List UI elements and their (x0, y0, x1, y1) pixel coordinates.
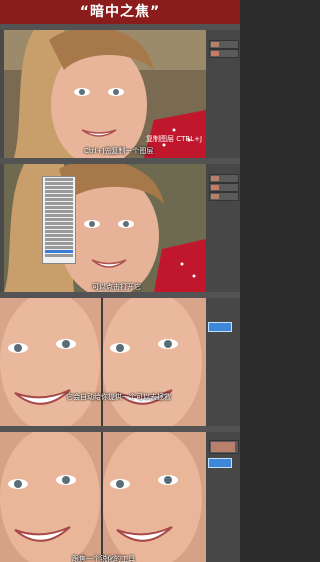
layer-thumbnail (211, 42, 219, 47)
filter-menu-dropdown[interactable] (42, 176, 76, 264)
image-canvas[interactable]: 它会自动给你提供一个可以去拯救 (0, 298, 206, 426)
portrait-photo (4, 164, 206, 292)
image-canvas[interactable]: 可以点击打开它 (4, 164, 206, 292)
filter-dialog-panel[interactable] (206, 432, 240, 562)
ok-button[interactable] (208, 458, 232, 468)
menu-item[interactable] (45, 178, 73, 181)
thumb-image (211, 442, 235, 452)
layer-item[interactable] (209, 49, 239, 58)
menu-item[interactable] (45, 234, 73, 237)
menu-item[interactable] (45, 214, 73, 217)
menu-item[interactable] (45, 246, 73, 249)
menu-item[interactable] (45, 186, 73, 189)
menu-item[interactable] (45, 238, 73, 241)
shortcut-hint: 复制图层 CTRL+J (146, 135, 203, 143)
caption-2: 可以点击打开它 (92, 283, 141, 291)
menu-placeholder: · (3, 24, 5, 29)
ok-button[interactable] (208, 322, 232, 332)
menu-item[interactable] (45, 226, 73, 229)
portrait-photo-split (0, 432, 206, 562)
layer-item[interactable] (209, 192, 239, 201)
menu-item[interactable] (45, 242, 73, 245)
menu-item[interactable] (45, 230, 73, 233)
menu-item[interactable] (45, 222, 73, 225)
header-banner: “暗中之焦” (0, 0, 240, 24)
menu-item[interactable] (45, 182, 73, 185)
layer-thumbnail (211, 194, 219, 199)
menu-item[interactable] (45, 210, 73, 213)
menu-item[interactable] (45, 198, 73, 201)
screenshot-panel-3: 它会自动给你提供一个可以去拯救 (0, 292, 240, 426)
caption-4: 跟焦一个锐化的工具 (72, 555, 135, 562)
page-title: “暗中之焦” (79, 4, 161, 20)
caption-3: 它会自动给你提供一个可以去拯救 (66, 393, 171, 401)
menu-item[interactable] (45, 206, 73, 209)
layer-item[interactable] (209, 40, 239, 49)
image-canvas[interactable]: 复制图层 CTRL+J Ctrl+J先复制一个图层 (4, 30, 206, 158)
split-divider (101, 432, 103, 562)
menu-item-selected[interactable] (45, 250, 73, 253)
menu-item[interactable] (45, 194, 73, 197)
caption-1: Ctrl+J先复制一个图层 (84, 147, 154, 155)
layer-item[interactable] (209, 183, 239, 192)
layer-thumbnail (211, 51, 219, 56)
tutorial-page: “暗中之焦” · 复制图层 CTRL+J Ctrl+J先复制一个图层 可以点击打… (0, 0, 240, 562)
menu-item[interactable] (45, 202, 73, 205)
menu-item[interactable] (45, 218, 73, 221)
split-divider (101, 298, 103, 426)
layers-panel[interactable] (206, 30, 240, 158)
layers-panel[interactable] (206, 164, 240, 292)
filter-dialog-panel[interactable] (206, 298, 240, 426)
image-canvas[interactable]: 跟焦一个锐化的工具 (0, 432, 206, 562)
portrait-photo-split (0, 298, 206, 426)
screenshot-panel-1: · 复制图层 CTRL+J Ctrl+J先复制一个图层 (0, 24, 240, 158)
layer-item[interactable] (209, 174, 239, 183)
menu-item[interactable] (45, 190, 73, 193)
menu-item[interactable] (45, 254, 73, 257)
preview-thumbnail (209, 440, 239, 454)
screenshot-panel-2: 可以点击打开它 (0, 158, 240, 292)
layer-thumbnail (211, 176, 219, 181)
screenshot-panel-4: 跟焦一个锐化的工具 (0, 426, 240, 562)
layer-thumbnail (211, 185, 219, 190)
